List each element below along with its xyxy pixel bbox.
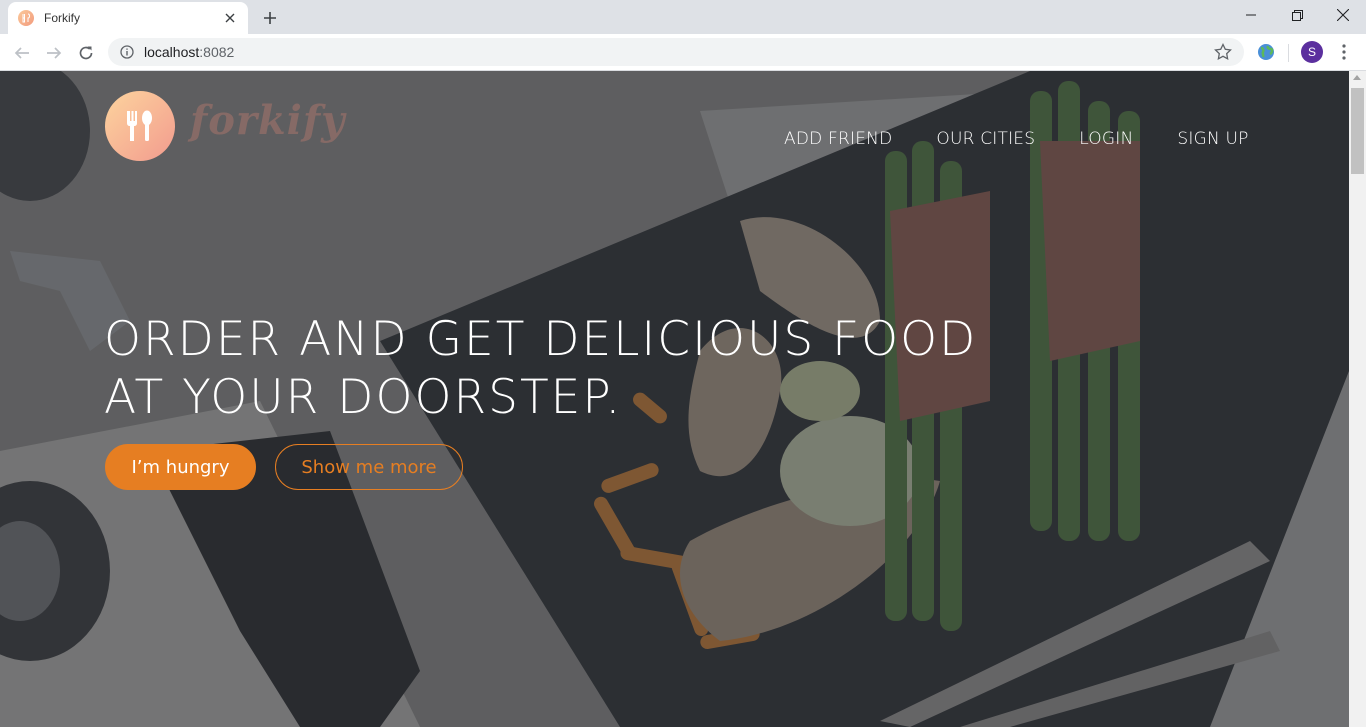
nav-sign-up[interactable]: SIGN UP — [1177, 129, 1248, 149]
nav-add-friend[interactable]: ADD FRIEND — [784, 129, 892, 149]
close-tab-icon[interactable] — [222, 10, 238, 26]
hero-headline: ORDER AND GET DELICIOUS FOOD AT YOUR DOO… — [104, 311, 1004, 427]
im-hungry-button[interactable]: I’m hungry — [105, 444, 256, 490]
forward-arrow-icon[interactable] — [41, 40, 67, 66]
url-host: localhost — [144, 44, 200, 60]
restore-icon[interactable] — [1274, 0, 1320, 30]
url-text: localhost:8082 — [144, 44, 1214, 60]
show-me-more-button[interactable]: Show me more — [275, 444, 463, 490]
back-arrow-icon[interactable] — [9, 40, 35, 66]
page-viewport: forkify ADD FRIEND OUR CITIES LOGIN SIGN… — [0, 71, 1349, 727]
reload-icon[interactable] — [73, 40, 99, 66]
tab-title: Forkify — [44, 11, 80, 25]
close-window-icon[interactable] — [1320, 0, 1366, 30]
profile-avatar[interactable]: S — [1301, 41, 1323, 63]
scrollbar-thumb[interactable] — [1351, 88, 1364, 174]
browser-tab[interactable]: Forkify — [8, 2, 248, 34]
new-tab-button[interactable] — [258, 6, 282, 30]
globe-extension-icon[interactable] — [1257, 43, 1275, 61]
url-port: :8082 — [199, 44, 235, 60]
tab-strip: Forkify — [0, 0, 1366, 34]
headline-line-2: AT YOUR DOORSTEP. — [104, 370, 623, 425]
info-icon[interactable] — [120, 45, 134, 59]
kebab-menu-icon[interactable] — [1334, 42, 1354, 62]
address-bar[interactable]: localhost:8082 — [108, 38, 1244, 66]
nav-login[interactable]: LOGIN — [1079, 129, 1133, 149]
fork-knife-icon[interactable] — [105, 91, 175, 161]
headline-line-1: ORDER AND GET DELICIOUS FOOD — [104, 312, 978, 367]
vertical-scrollbar[interactable] — [1349, 71, 1366, 727]
star-icon[interactable] — [1214, 43, 1232, 61]
browser-toolbar: localhost:8082 S — [0, 34, 1366, 71]
logo-text[interactable]: forkify — [190, 97, 345, 144]
minimize-icon[interactable] — [1228, 0, 1274, 30]
scroll-up-icon[interactable] — [1353, 75, 1361, 80]
main-nav: ADD FRIEND OUR CITIES LOGIN SIGN UP — [784, 129, 1249, 149]
toolbar-separator — [1288, 44, 1289, 62]
nav-our-cities[interactable]: OUR CITIES — [936, 129, 1035, 149]
favicon-icon — [18, 10, 34, 26]
